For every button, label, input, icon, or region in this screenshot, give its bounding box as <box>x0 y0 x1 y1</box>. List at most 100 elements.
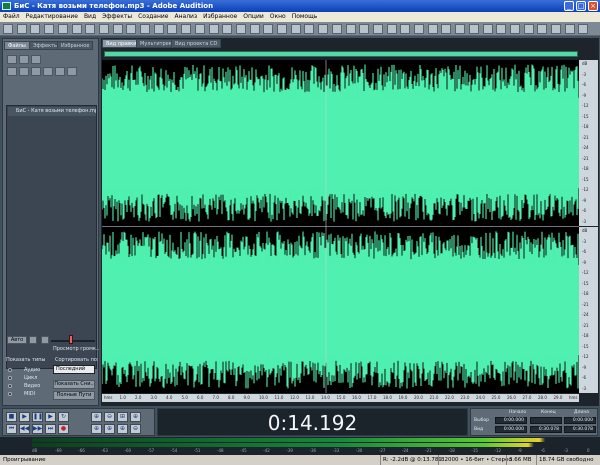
volume-slider[interactable] <box>51 340 95 342</box>
undo-icon[interactable] <box>304 24 315 34</box>
menu-generate[interactable]: Создание <box>135 13 171 20</box>
undo-icon[interactable] <box>564 24 575 34</box>
overview-bar[interactable] <box>104 51 578 57</box>
selection-begin-field[interactable]: 0:00.000 <box>495 417 527 424</box>
close-button[interactable]: × <box>588 1 598 11</box>
zoom-icon[interactable] <box>167 24 178 34</box>
pan-icon[interactable] <box>222 24 233 34</box>
insert-icon[interactable] <box>19 67 29 76</box>
new-icon[interactable] <box>263 24 274 34</box>
zoom-out-vertical-icon[interactable]: ⊖ <box>130 424 141 434</box>
open-icon[interactable] <box>537 24 548 34</box>
loop-play-icon[interactable]: ↻ <box>58 412 69 422</box>
save-icon[interactable] <box>30 24 41 34</box>
save-icon[interactable] <box>551 24 561 34</box>
sort-select[interactable]: Последний <box>53 365 95 374</box>
new-icon[interactable] <box>3 24 13 34</box>
view-begin-field[interactable]: 0:00.000 <box>495 426 527 433</box>
menu-help[interactable]: Помощь <box>289 13 321 20</box>
speaker-icon[interactable] <box>29 336 37 344</box>
show-full-button[interactable]: Показать Сни.. <box>53 380 95 389</box>
time-select-icon[interactable] <box>509 24 520 34</box>
paste-icon[interactable] <box>359 24 370 34</box>
open-file-icon[interactable] <box>7 55 17 64</box>
zoom-selection-icon[interactable]: ⊕ <box>117 424 128 434</box>
menu-view[interactable]: Вид <box>81 13 99 20</box>
waveform-display[interactable] <box>102 60 579 393</box>
type-loop-radio[interactable] <box>8 376 12 380</box>
silence-icon[interactable] <box>400 24 411 34</box>
spectral-icon[interactable] <box>208 24 219 34</box>
trim-icon[interactable] <box>386 24 397 34</box>
tab-favorites[interactable]: Избранное <box>57 41 94 50</box>
mix-paste-icon[interactable] <box>372 24 383 34</box>
cut-icon[interactable] <box>331 24 342 34</box>
zoom-icon[interactable] <box>427 24 438 34</box>
record-icon[interactable]: ● <box>58 424 69 434</box>
scrub-icon[interactable] <box>496 24 507 34</box>
selection-length-field[interactable]: 0:00.000 <box>564 417 596 424</box>
menu-favorites[interactable]: Избранное <box>200 13 240 20</box>
type-audio-radio[interactable] <box>8 368 12 372</box>
close-file-icon[interactable] <box>31 55 41 64</box>
play-to-end-icon[interactable]: ▶ <box>45 412 56 422</box>
loop-icon[interactable] <box>41 336 49 344</box>
type-video-radio[interactable] <box>8 384 12 388</box>
view-end-field[interactable]: 0:30.078 <box>530 426 562 433</box>
edit-file-icon[interactable] <box>7 67 17 76</box>
paste-icon[interactable] <box>98 24 109 34</box>
select-icon[interactable] <box>441 24 452 34</box>
pause-icon[interactable]: ❚❚ <box>32 412 43 422</box>
time-select-icon[interactable] <box>249 24 260 34</box>
copy-icon[interactable] <box>345 24 356 34</box>
scrub-icon[interactable] <box>235 24 246 34</box>
stop-icon[interactable]: ■ <box>6 412 17 422</box>
type-midi-radio[interactable] <box>8 392 12 396</box>
zoom-right-icon[interactable]: ⊕ <box>104 424 115 434</box>
copy-icon[interactable] <box>85 24 96 34</box>
rewind-icon[interactable]: ◀◀ <box>19 424 30 434</box>
fast-forward-icon[interactable]: ▶▶ <box>32 424 43 434</box>
menu-effects[interactable]: Эффекты <box>99 13 135 20</box>
hand-icon[interactable] <box>455 24 466 34</box>
zoom-out-horizontal-icon[interactable]: ⊖ <box>104 412 115 422</box>
zoom-in-vertical-icon[interactable]: ⊕ <box>130 412 141 422</box>
view-length-field[interactable]: 0:30.078 <box>564 426 596 433</box>
loop-file-icon[interactable] <box>55 67 65 76</box>
menu-analyze[interactable]: Анализ <box>172 13 201 20</box>
tab-files[interactable]: Файлы <box>4 41 30 50</box>
silence-icon[interactable] <box>140 24 150 34</box>
auto-button[interactable]: Авто <box>7 336 27 344</box>
mix-paste-icon[interactable] <box>112 24 123 34</box>
play-icon[interactable]: ▶ <box>19 412 30 422</box>
cd-icon[interactable] <box>31 67 41 76</box>
undo-icon[interactable] <box>44 24 55 34</box>
zoom-full-icon[interactable]: ⊞ <box>117 412 128 422</box>
redo-icon[interactable] <box>578 24 589 34</box>
save-icon[interactable] <box>290 24 301 34</box>
full-paths-button[interactable]: Полные Пути <box>53 391 95 400</box>
select-icon[interactable] <box>181 24 192 34</box>
menu-file[interactable]: Файл <box>0 13 23 20</box>
stop-file-icon[interactable] <box>67 67 77 76</box>
minimize-button[interactable]: _ <box>564 1 574 11</box>
import-icon[interactable] <box>19 55 29 64</box>
tab-multitrack[interactable]: Мультитрек <box>136 39 176 48</box>
go-to-start-icon[interactable]: ⏮ <box>6 424 17 434</box>
volume-slider-handle[interactable] <box>69 335 73 344</box>
cut-icon[interactable] <box>71 24 82 34</box>
open-icon[interactable] <box>16 24 27 34</box>
pan-icon[interactable] <box>482 24 493 34</box>
tab-edit-view[interactable]: Вид правки <box>102 39 141 48</box>
tab-cd-project[interactable]: Вид проекта CD <box>171 39 222 48</box>
hand-icon[interactable] <box>194 24 205 34</box>
go-to-end-icon[interactable]: ⏭ <box>45 424 56 434</box>
new-icon[interactable] <box>523 24 534 34</box>
list-item[interactable]: БиС - Катя возьми телефон.mp3 <box>8 107 96 116</box>
maximize-button[interactable]: □ <box>576 1 586 11</box>
zoom-in-horizontal-icon[interactable]: ⊕ <box>91 412 102 422</box>
menu-window[interactable]: Окно <box>267 13 289 20</box>
spectral-icon[interactable] <box>468 24 479 34</box>
menu-options[interactable]: Опции <box>240 13 267 20</box>
open-icon[interactable] <box>277 24 287 34</box>
